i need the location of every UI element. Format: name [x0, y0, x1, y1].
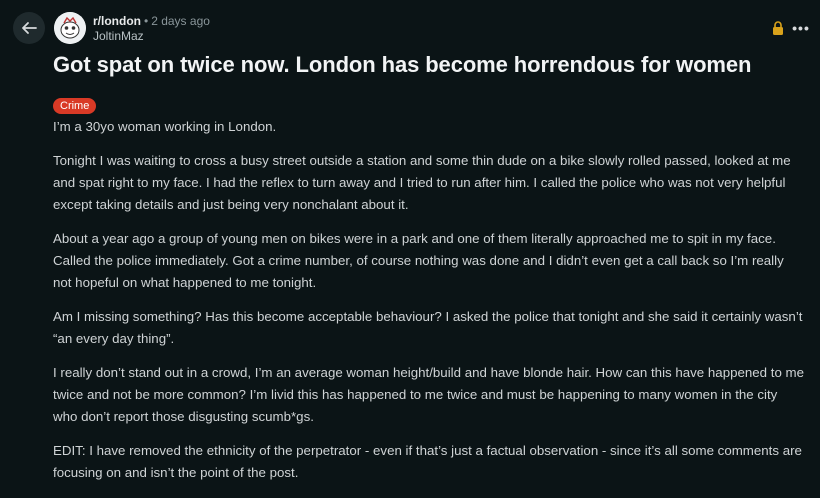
lock-icon: [773, 21, 783, 35]
author-link[interactable]: JoltinMaz: [93, 29, 210, 44]
body-paragraph: About a year ago a group of young men on…: [53, 231, 784, 290]
post-body: I’m a 30yo woman working in London. Toni…: [53, 116, 805, 496]
body-paragraph: Am I missing something? Has this become …: [53, 309, 803, 346]
subreddit-avatar-icon: [54, 12, 86, 44]
body-paragraph: I’m a 30yo woman working in London.: [53, 119, 277, 134]
body-paragraph: EDIT: I have removed the ethnicity of th…: [53, 443, 802, 480]
post-title: Got spat on twice now. London has become…: [53, 52, 752, 77]
post-time: 2 days ago: [151, 14, 210, 28]
subreddit-avatar[interactable]: [54, 12, 86, 44]
post-flair[interactable]: Crime: [53, 98, 97, 114]
post-meta: r/london • 2 days ago JoltinMaz: [93, 14, 210, 44]
body-paragraph: Tonight I was waiting to cross a busy st…: [53, 153, 791, 212]
body-paragraph: I really don’t stand out in a crowd, I’m…: [53, 365, 805, 424]
subreddit-link[interactable]: r/london: [93, 14, 141, 28]
more-options-icon[interactable]: •••: [790, 18, 812, 38]
arrow-left-icon: [22, 22, 37, 34]
back-button[interactable]: [13, 12, 45, 44]
meta-separator: •: [144, 14, 149, 28]
